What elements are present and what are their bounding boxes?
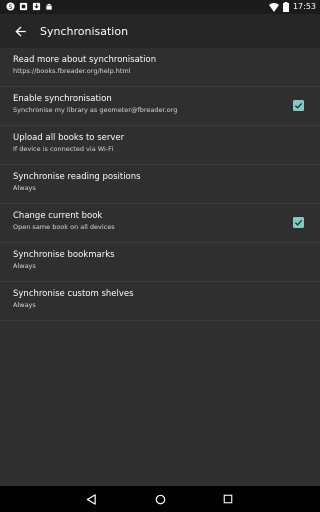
setting-subtitle: Always (13, 184, 36, 192)
setting-change-current-book[interactable]: Change current book Open same book on al… (0, 204, 320, 243)
android-icon (46, 3, 52, 10)
nav-recents-button[interactable] (220, 491, 236, 507)
status-bar: S 17:53 (0, 0, 320, 14)
settings-list: Read more about synchronisation https://… (0, 48, 320, 321)
setting-subtitle: https://books.fbreader.org/help.html (13, 67, 131, 75)
recents-square-icon (223, 494, 233, 504)
status-time: 17:53 (292, 2, 316, 11)
download-icon (32, 2, 41, 11)
nav-home-button[interactable] (152, 491, 168, 507)
app-bar: Synchronisation (0, 14, 320, 48)
back-button[interactable] (0, 14, 40, 48)
status-right-icons: 17:53 (268, 1, 316, 13)
change-current-book-checkbox[interactable] (293, 217, 304, 228)
navigation-bar (0, 486, 320, 512)
setting-subtitle: If device is connected via Wi-Fi (13, 145, 114, 153)
setting-title: Read more about synchronisation (13, 55, 157, 65)
setting-upload-books[interactable]: Upload all books to server If device is … (0, 126, 320, 165)
wifi-icon (268, 2, 279, 12)
setting-sync-bookmarks[interactable]: Synchronise bookmarks Always (0, 243, 320, 282)
nav-back-button[interactable] (83, 491, 99, 507)
setting-enable-sync[interactable]: Enable synchronisation Synchronise my li… (0, 87, 320, 126)
battery-icon (282, 2, 289, 12)
setting-subtitle: Synchronise my library as geometer@fbrea… (13, 106, 178, 114)
status-left-icons: S (6, 2, 53, 11)
setting-subtitle: Always (13, 301, 36, 309)
checkmark-icon (294, 219, 303, 226)
setting-title: Synchronise custom shelves (13, 289, 134, 299)
setting-title: Upload all books to server (13, 133, 125, 143)
back-triangle-icon (86, 493, 96, 505)
home-circle-icon (155, 494, 165, 504)
enable-sync-checkbox[interactable] (293, 100, 304, 111)
setting-read-more[interactable]: Read more about synchronisation https://… (0, 48, 320, 87)
setting-subtitle: Always (13, 262, 36, 270)
arrow-left-icon (14, 25, 26, 37)
setting-title: Enable synchronisation (13, 94, 112, 104)
sim-icon (19, 2, 28, 11)
setting-title: Synchronise reading positions (13, 172, 141, 182)
svg-text:S: S (9, 4, 13, 11)
setting-title: Synchronise bookmarks (13, 250, 115, 260)
checkmark-icon (294, 102, 303, 109)
skype-icon: S (6, 2, 15, 11)
setting-title: Change current book (13, 211, 103, 221)
setting-sync-positions[interactable]: Synchronise reading positions Always (0, 165, 320, 204)
setting-subtitle: Open same book on all devices (13, 223, 115, 231)
setting-sync-shelves[interactable]: Synchronise custom shelves Always (0, 282, 320, 321)
page-title: Synchronisation (40, 24, 129, 38)
